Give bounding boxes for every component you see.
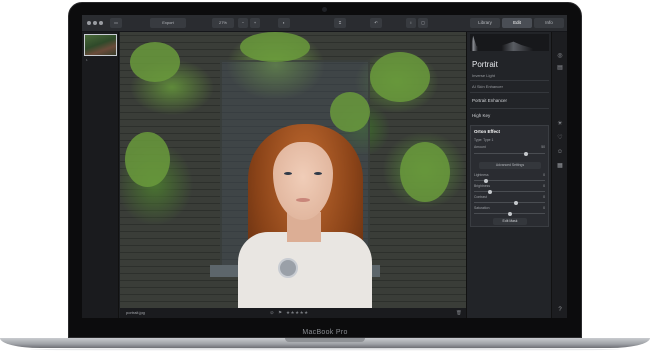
brightness-label: Brightness bbox=[474, 184, 491, 188]
advanced-settings-button[interactable]: Advanced Settings bbox=[479, 162, 541, 169]
professional-icon[interactable]: ▦ bbox=[556, 162, 564, 170]
sidebar-toggle-button[interactable]: ▭ bbox=[110, 18, 122, 28]
portrait-enhancer-item[interactable]: Portrait Enhancer bbox=[472, 98, 507, 103]
slider-knob[interactable] bbox=[488, 189, 492, 194]
crop-icon[interactable]: ⌗ bbox=[334, 18, 346, 28]
contrast-label: Contrast bbox=[474, 195, 487, 199]
brightness-slider[interactable] bbox=[474, 189, 545, 194]
zoom-in-button[interactable]: + bbox=[250, 18, 260, 28]
laptop-brand-label: MacBook Pro bbox=[302, 329, 348, 336]
close-window-icon[interactable] bbox=[87, 21, 91, 25]
zoom-level-button[interactable]: 27% bbox=[212, 18, 234, 28]
subject-eye bbox=[314, 172, 322, 175]
star-rating[interactable]: ★★★★★ bbox=[286, 310, 309, 316]
tab-library[interactable]: Library bbox=[470, 18, 500, 28]
slider-knob[interactable] bbox=[484, 178, 488, 183]
top-toolbar: ▭ Export 27% − + ◐ ⌗ ↶ i ▢ Library Edit … bbox=[82, 15, 567, 32]
view-icon[interactable]: ▢ bbox=[418, 18, 428, 28]
amount-value: 50 bbox=[541, 145, 545, 149]
help-icon[interactable]: ? bbox=[556, 306, 564, 314]
viewer-status-bar: portrait.jpg ⊘ ⚑ ★★★★★ 🗑 bbox=[120, 308, 466, 318]
photo-thumbnail[interactable] bbox=[84, 34, 117, 56]
layers-icon[interactable]: ◎ bbox=[556, 52, 564, 60]
ivy-leaves bbox=[240, 32, 310, 62]
compare-icon[interactable]: ◐ bbox=[278, 18, 290, 28]
file-name: portrait.jpg bbox=[126, 310, 145, 315]
subject-top bbox=[238, 232, 372, 308]
panel-subtitle: Inverse Light bbox=[472, 73, 495, 78]
ivy-leaves bbox=[400, 142, 450, 202]
edit-mask-button[interactable]: Edit Mask bbox=[493, 218, 527, 225]
lightness-label: Lightness bbox=[474, 173, 489, 177]
amount-slider[interactable] bbox=[474, 151, 545, 156]
ivy-leaves bbox=[330, 92, 370, 132]
subject-lips bbox=[296, 198, 310, 202]
tool-icon-strip: ◎ ▤ ☀ ♡ ☺ ▦ ? bbox=[551, 32, 567, 318]
subject-necklace bbox=[278, 258, 298, 278]
type-selector[interactable]: Type: Type 1 bbox=[474, 138, 493, 142]
info-icon[interactable]: i bbox=[406, 18, 416, 28]
essentials-icon[interactable]: ☀ bbox=[556, 120, 564, 128]
tab-edit[interactable]: Edit bbox=[502, 18, 532, 28]
slider-knob[interactable] bbox=[524, 151, 528, 156]
saturation-label: Saturation bbox=[474, 206, 490, 210]
flag-icon[interactable]: ⚑ bbox=[278, 310, 282, 316]
panel-title: Portrait bbox=[472, 60, 498, 69]
app-window: ▭ Export 27% − + ◐ ⌗ ↶ i ▢ Library Edit … bbox=[82, 15, 567, 318]
ai-skin-enhancer-label[interactable]: AI Skin Enhancer bbox=[472, 84, 503, 89]
divider bbox=[470, 92, 549, 93]
tab-info[interactable]: Info bbox=[534, 18, 564, 28]
slider-knob[interactable] bbox=[514, 200, 518, 205]
reject-icon[interactable]: ⊘ bbox=[270, 310, 274, 316]
zoom-window-icon[interactable] bbox=[99, 21, 103, 25]
contrast-slider[interactable] bbox=[474, 200, 545, 205]
histogram bbox=[470, 34, 549, 51]
divider bbox=[470, 108, 549, 109]
camera-icon bbox=[322, 7, 327, 12]
slider-knob[interactable] bbox=[508, 211, 512, 216]
portrait-icon[interactable]: ☺ bbox=[556, 148, 564, 156]
lightness-slider[interactable] bbox=[474, 178, 545, 183]
ivy-leaves bbox=[125, 132, 170, 187]
export-button[interactable]: Export bbox=[150, 18, 186, 28]
minimize-window-icon[interactable] bbox=[93, 21, 97, 25]
subject-eye bbox=[284, 172, 292, 175]
ivy-leaves bbox=[370, 52, 430, 102]
saturation-value: 0 bbox=[543, 206, 545, 210]
saturation-slider[interactable] bbox=[474, 211, 545, 216]
undo-icon[interactable]: ↶ bbox=[370, 18, 382, 28]
contrast-value: 0 bbox=[543, 195, 545, 199]
brightness-value: 0 bbox=[543, 184, 545, 188]
lightness-value: 0 bbox=[543, 173, 545, 177]
adjustments-panel: Portrait Inverse Light AI Skin Enhancer … bbox=[466, 32, 551, 318]
laptop-notch bbox=[285, 338, 365, 342]
ivy-leaves bbox=[130, 42, 180, 82]
amount-label: Amount bbox=[474, 145, 486, 149]
histogram-curve bbox=[470, 35, 549, 51]
photo-canvas[interactable] bbox=[120, 32, 466, 308]
filmstrip: 1 bbox=[82, 32, 119, 318]
trash-icon[interactable]: 🗑 bbox=[456, 310, 462, 316]
section-title: Orton Effect bbox=[474, 129, 501, 134]
zoom-out-button[interactable]: − bbox=[238, 18, 248, 28]
high-key-item[interactable]: High Key bbox=[472, 113, 490, 118]
presets-icon[interactable]: ▤ bbox=[556, 64, 564, 72]
thumbnail-count: 1 bbox=[86, 58, 88, 62]
orton-effect-section: Orton Effect Type: Type 1 Amount 50 Adva… bbox=[470, 125, 549, 227]
creative-icon[interactable]: ♡ bbox=[556, 134, 564, 142]
divider bbox=[470, 80, 549, 81]
